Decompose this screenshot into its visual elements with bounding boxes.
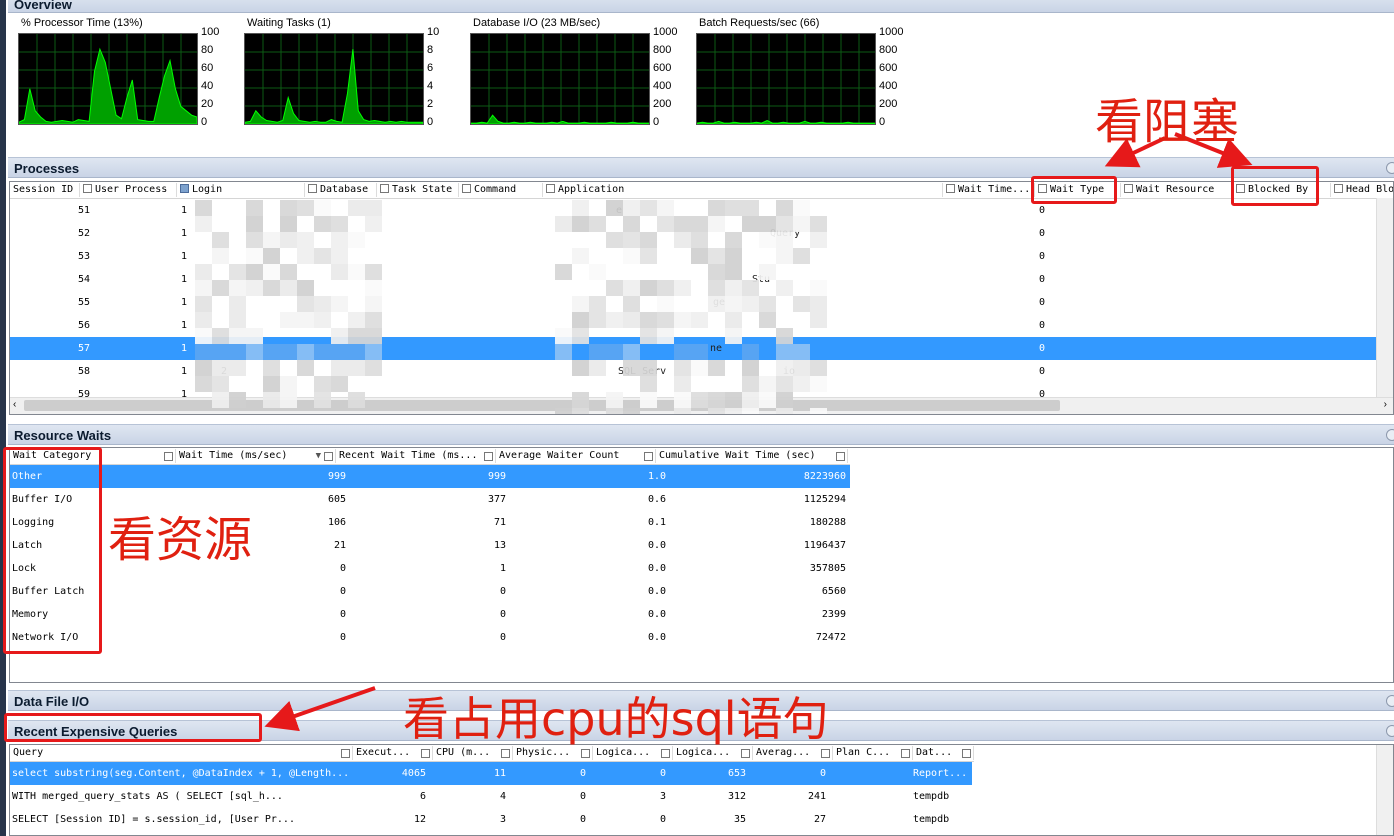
cpu-sql-annotation: 看占用cpu的sql语句 <box>403 692 829 746</box>
blocking-annotation: 看阻塞 <box>1095 94 1240 150</box>
resources-annotation: 看资源 <box>108 512 253 568</box>
